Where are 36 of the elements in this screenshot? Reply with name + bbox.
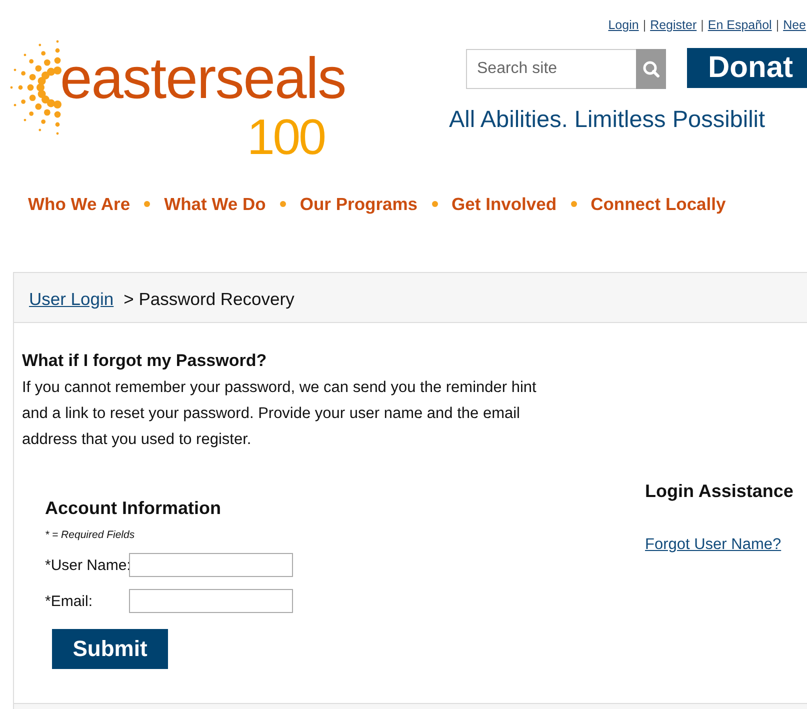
search-button[interactable] (636, 49, 666, 89)
separator-dot (280, 201, 286, 207)
separator-dot (144, 201, 150, 207)
search-field[interactable]: Search site (466, 49, 636, 89)
nav-link[interactable]: Get Involved (452, 194, 557, 214)
section-heading: What if I forgot my Password? (22, 351, 268, 371)
link-separator: | (700, 18, 704, 32)
link-separator: | (776, 18, 780, 32)
nav-link[interactable]: Connect Locally (590, 194, 726, 214)
search-icon (642, 60, 660, 78)
forgot-username-link[interactable]: Forgot User Name? (645, 536, 794, 554)
input-field[interactable] (129, 553, 293, 577)
logo-anniversary: 100 (247, 112, 324, 162)
top-link[interactable]: Nee (783, 18, 806, 32)
breadcrumb-current: > Password Recovery (124, 289, 294, 310)
top-link[interactable]: Login (608, 18, 639, 32)
top-link[interactable]: Register (650, 18, 697, 32)
separator-dot (432, 201, 438, 207)
nav-link[interactable]: Our Programs (300, 194, 418, 214)
top-link[interactable]: En Español (708, 18, 772, 32)
donate-button[interactable]: Donat (687, 48, 807, 88)
nav-link[interactable]: Who We Are (28, 194, 130, 214)
nav-link[interactable]: What We Do (164, 194, 266, 214)
section-heading: Login Assistance (645, 481, 794, 502)
logo-wordmark: easterseals (60, 50, 346, 108)
submit-button[interactable]: Submit (52, 629, 168, 669)
breadcrumb-link[interactable]: User Login (29, 289, 114, 310)
tagline: All Abilities. Limitless Possibilit (449, 106, 766, 133)
section-heading: Account Information (45, 498, 222, 519)
field-label: *Email: (45, 592, 94, 610)
field-label: *User Name: (45, 556, 129, 574)
link-separator: | (642, 18, 646, 32)
input-field[interactable] (129, 589, 293, 613)
separator-dot (570, 201, 577, 207)
required-note: * = Required Fields (45, 529, 136, 541)
intro-paragraph: If you cannot remember your password, we can send you the reminder hint and a link to reset your password. Provide your user name and the email address that you used to register. (22, 378, 538, 450)
